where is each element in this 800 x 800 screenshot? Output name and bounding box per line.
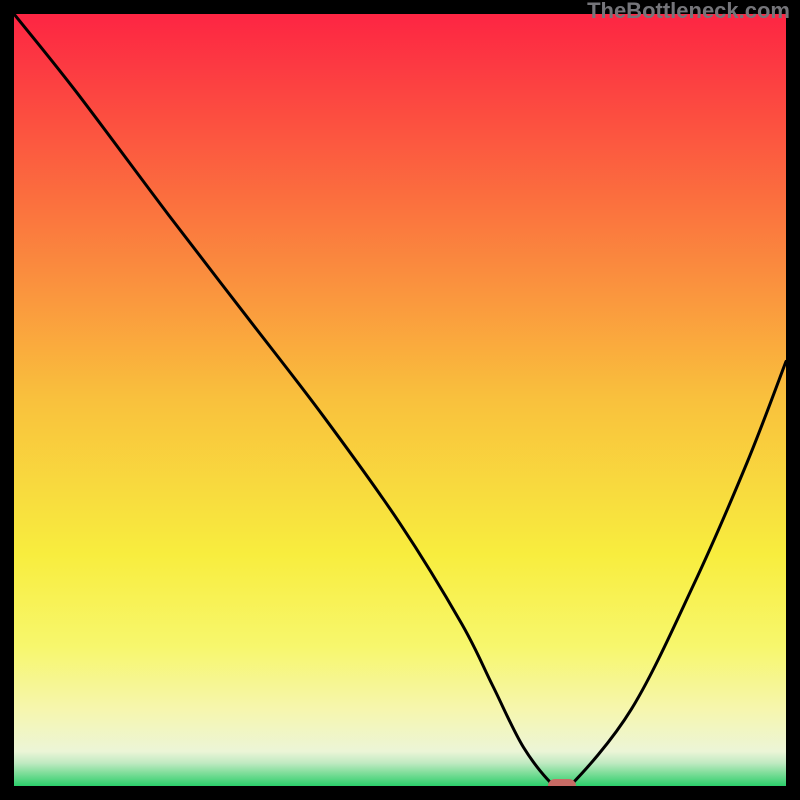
chart-container: TheBottleneck.com (0, 0, 800, 800)
watermark-text: TheBottleneck.com (587, 0, 790, 24)
plot-area (14, 14, 786, 786)
curve-layer (14, 14, 786, 786)
optimum-marker (548, 779, 576, 786)
bottleneck-curve (14, 14, 786, 786)
